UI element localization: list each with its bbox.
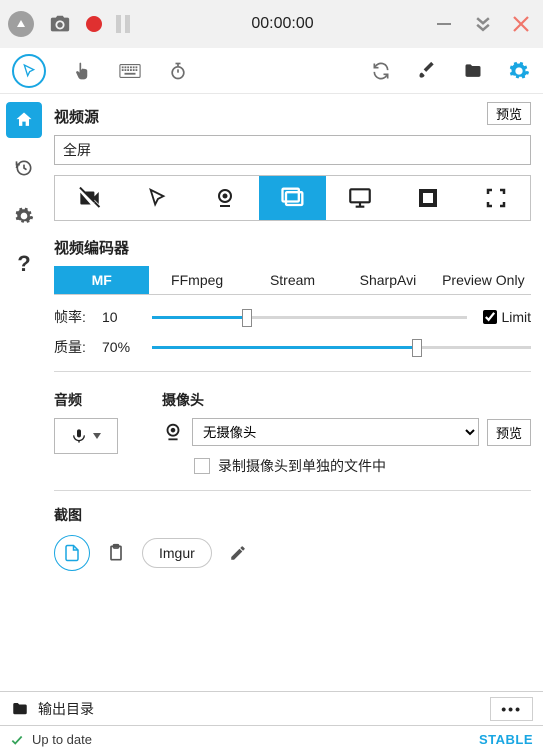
encoder-tab-ffmpeg[interactable]: FFmpeg — [149, 266, 244, 294]
source-screen[interactable] — [259, 176, 327, 220]
record-button[interactable] — [86, 16, 102, 32]
webcam-icon — [162, 421, 184, 443]
close-button[interactable] — [511, 14, 535, 34]
status-text: Up to date — [32, 732, 92, 747]
side-nav-main[interactable] — [6, 102, 42, 138]
source-window[interactable] — [394, 176, 462, 220]
side-nav-config[interactable] — [6, 198, 42, 234]
camera-separate-file-row[interactable]: 录制摄像头到单独的文件中 — [194, 456, 531, 476]
app-menu-button[interactable] — [8, 11, 34, 37]
quality-label: 质量: — [54, 337, 92, 357]
screenshot-heading: 截图 — [54, 505, 531, 525]
audio-mic-dropdown[interactable] — [54, 418, 118, 454]
audio-heading: 音频 — [54, 390, 134, 410]
source-desktop[interactable] — [326, 176, 394, 220]
video-source-heading: 视频源 — [54, 106, 531, 127]
pause-button — [116, 15, 130, 33]
camera-separate-checkbox[interactable] — [194, 458, 210, 474]
screenshot-edit-button[interactable] — [226, 541, 250, 565]
minimize-button[interactable] — [435, 15, 459, 33]
camera-preview-button[interactable]: 预览 — [487, 419, 531, 446]
collapse-button[interactable] — [473, 14, 497, 34]
framerate-label: 帧率: — [54, 307, 92, 327]
limit-label: Limit — [501, 309, 531, 325]
screenshot-quick-button[interactable] — [48, 12, 72, 36]
mode-toolbar — [0, 48, 543, 94]
source-webcam[interactable] — [191, 176, 259, 220]
titlebar: 00:00:00 — [0, 0, 543, 48]
update-channel[interactable]: STABLE — [479, 732, 533, 747]
check-icon — [10, 733, 24, 747]
screenshot-clipboard-button[interactable] — [104, 541, 128, 565]
side-nav-help[interactable]: ? — [6, 246, 42, 282]
side-nav: ? — [0, 94, 48, 691]
brush-button[interactable] — [415, 59, 439, 83]
sync-button[interactable] — [369, 59, 393, 83]
camera-select[interactable]: 无摄像头 — [192, 418, 479, 446]
encoder-tab-sharpavi[interactable]: SharpAvi — [340, 266, 435, 294]
folder-icon — [10, 700, 30, 718]
source-cursor[interactable] — [123, 176, 191, 220]
encoder-tab-mf[interactable]: MF — [54, 266, 149, 294]
quality-row: 质量: 70% — [54, 337, 531, 357]
limit-checkbox[interactable]: Limit — [483, 309, 531, 325]
open-folder-button[interactable] — [461, 59, 485, 83]
main-panel: 预览 视频源 全屏 — [48, 94, 543, 691]
status-bar: Up to date STABLE — [0, 725, 543, 753]
settings-button[interactable] — [507, 59, 531, 83]
framerate-slider[interactable] — [152, 307, 467, 327]
framerate-row: 帧率: 10 Limit — [54, 307, 531, 327]
click-mode-button[interactable] — [70, 59, 94, 83]
cursor-mode-button[interactable] — [12, 54, 46, 88]
encoder-heading: 视频编码器 — [54, 237, 531, 258]
output-label[interactable]: 输出目录 — [38, 699, 94, 719]
output-bar: 输出目录 ••• — [0, 691, 543, 725]
chevron-down-icon — [93, 433, 101, 439]
encoder-tabs: MF FFmpeg Stream SharpAvi Preview Only — [54, 266, 531, 295]
video-source-select[interactable]: 全屏 — [54, 135, 531, 165]
timer-mode-button[interactable] — [166, 59, 190, 83]
source-none[interactable] — [55, 176, 123, 220]
screenshot-disk-button[interactable] — [54, 535, 90, 571]
quality-value: 70% — [102, 339, 142, 355]
video-source-selected: 全屏 — [63, 140, 91, 160]
camera-separate-label: 录制摄像头到单独的文件中 — [218, 456, 386, 476]
camera-heading: 摄像头 — [162, 390, 531, 410]
source-region[interactable] — [462, 176, 530, 220]
framerate-value: 10 — [102, 309, 142, 325]
side-nav-recent[interactable] — [6, 150, 42, 186]
output-browse-button[interactable]: ••• — [490, 697, 533, 721]
video-preview-button[interactable]: 预览 — [487, 102, 531, 125]
screenshot-imgur-button[interactable]: Imgur — [142, 538, 212, 568]
encoder-tab-preview[interactable]: Preview Only — [436, 266, 531, 294]
source-type-bar — [54, 175, 531, 221]
encoder-tab-stream[interactable]: Stream — [245, 266, 340, 294]
elapsed-time: 00:00:00 — [130, 15, 435, 33]
keyboard-mode-button[interactable] — [118, 59, 142, 83]
quality-slider[interactable] — [152, 337, 531, 357]
